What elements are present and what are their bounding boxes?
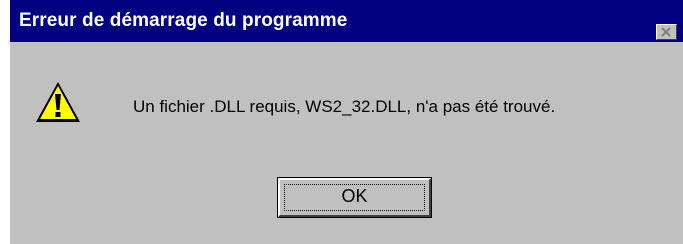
dialog-title: Erreur de démarrage du programme <box>19 10 348 31</box>
warning-icon <box>36 82 80 122</box>
close-icon <box>661 27 671 37</box>
error-message: Un fichier .DLL requis, WS2_32.DLL, n'a … <box>133 97 556 116</box>
close-button[interactable] <box>656 24 677 40</box>
ok-button[interactable]: OK <box>277 177 432 218</box>
title-bar[interactable]: Erreur de démarrage du programme <box>10 0 683 42</box>
error-dialog: Erreur de démarrage du programme Un fich… <box>10 0 683 244</box>
ok-button-label: OK <box>341 186 368 206</box>
